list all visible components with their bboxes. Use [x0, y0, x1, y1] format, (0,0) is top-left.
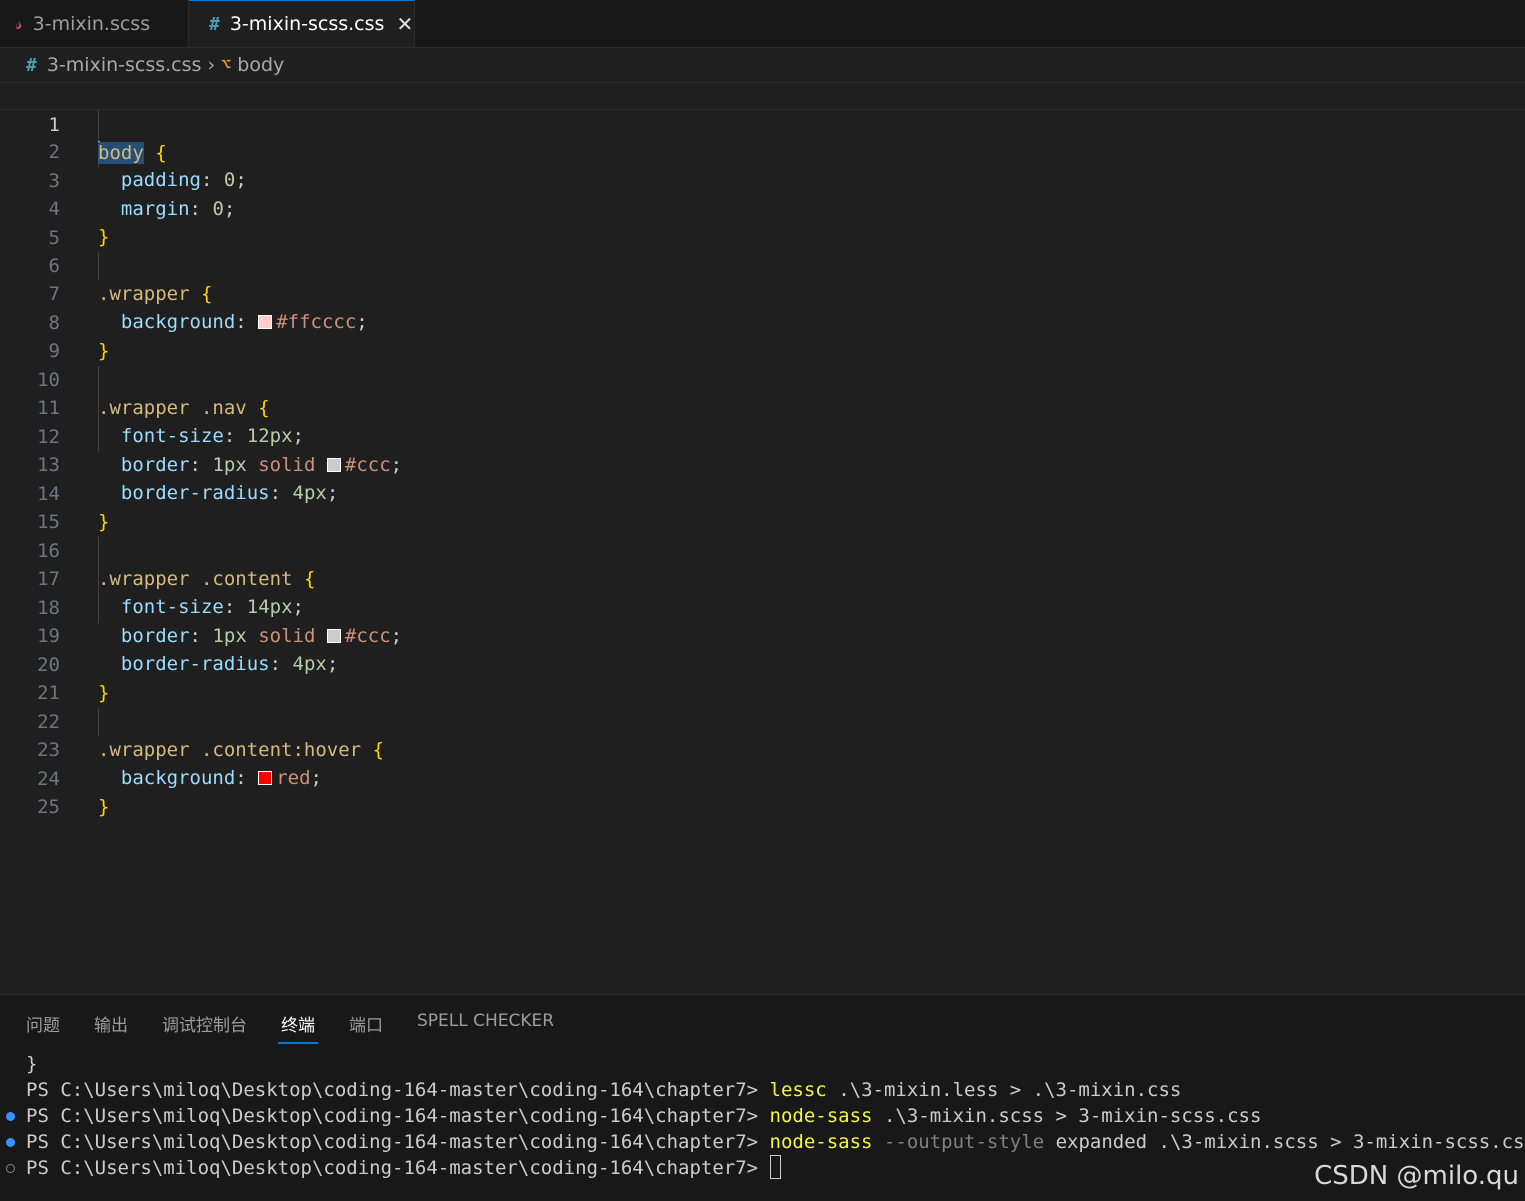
code-line: 10 .wrapper .nav {: [0, 338, 1525, 419]
code-line: 25: [0, 765, 1525, 818]
code-line: 13 border-radius: 4px;: [0, 423, 1525, 504]
line-number: 25: [37, 796, 60, 818]
hash-icon: #: [26, 54, 37, 76]
terminal-output[interactable]: } PS C:\Users\miloq\Desktop\coding-164-m…: [6, 1051, 1525, 1181]
code-line: 21: [0, 651, 1525, 704]
code-line: 11 font-size: 12px;: [0, 366, 1525, 447]
terminal-line: }: [26, 1051, 1525, 1077]
tab-terminal[interactable]: 终端: [278, 1011, 318, 1044]
code-line: 18 border: 1px solid #ccc;: [0, 566, 1525, 647]
breadcrumb: # 3-mixin-scss.css › ⌥ body: [0, 48, 1525, 82]
command: node-sass: [769, 1131, 873, 1153]
code-line: 2 padding: 0;: [0, 110, 1525, 191]
code-line: 22 .wrapper .content:hover {: [0, 680, 1525, 761]
code-line: 16 .wrapper .content {: [0, 509, 1525, 590]
hash-icon: #: [209, 13, 220, 35]
code-line: 1 body {: [0, 82, 1525, 164]
symbol-class-icon: ⌥: [221, 55, 232, 75]
command-args: .\3-mixin.scss > 3-mixin-scss.css: [883, 1105, 1262, 1127]
tab-3-mixin-scss-css[interactable]: # 3-mixin-scss.css ✕: [189, 0, 415, 47]
code-line: 15: [0, 480, 1525, 533]
watermark: CSDN @milo.qu: [1314, 1161, 1519, 1191]
code-line: 12 border: 1px solid #ccc;: [0, 395, 1525, 476]
terminal-line: PS C:\Users\miloq\Desktop\coding-164-mas…: [6, 1103, 1525, 1129]
code-line: 3 margin: 0;: [0, 139, 1525, 220]
code-line: 17 font-size: 14px;: [0, 537, 1525, 618]
code-line: 14 }: [0, 452, 1525, 533]
chevron-right-icon: ›: [207, 54, 216, 76]
command: lessc: [769, 1079, 827, 1101]
tab-3-mixin-scss[interactable]: 𝓈 3-mixin.scss: [0, 0, 189, 47]
code-line: 4 }: [0, 167, 1525, 248]
command-success-icon[interactable]: [6, 1112, 15, 1121]
command-args: .\3-mixin.less > .\3-mixin.css: [838, 1079, 1182, 1101]
code-line: 6 .wrapper {: [0, 224, 1525, 305]
panel-tabs: 问题 输出 调试控制台 终端 端口 SPELL CHECKER: [26, 1011, 588, 1044]
brace: }: [98, 796, 110, 818]
code-line: 23 background: red;: [0, 708, 1525, 789]
terminal-line: PS C:\Users\miloq\Desktop\coding-164-mas…: [26, 1077, 1525, 1103]
sass-icon: 𝓈: [16, 13, 23, 34]
bottom-panel: 问题 输出 调试控制台 终端 端口 SPELL CHECKER } PS C:\…: [0, 994, 1525, 1201]
command-success-icon[interactable]: [6, 1138, 15, 1147]
tab-debug-console[interactable]: 调试控制台: [162, 1011, 247, 1044]
code-line: 8 }: [0, 281, 1525, 362]
close-icon[interactable]: ✕: [396, 12, 413, 36]
code-line: 24 }: [0, 737, 1525, 818]
prompt: PS C:\Users\miloq\Desktop\coding-164-mas…: [26, 1079, 759, 1101]
terminal-cursor: [769, 1155, 781, 1179]
breadcrumb-symbol[interactable]: body: [237, 54, 284, 76]
command: node-sass: [769, 1105, 873, 1127]
code-line: 5: [0, 196, 1525, 249]
tab-label: 3-mixin.scss: [32, 12, 151, 35]
tab-ports[interactable]: 端口: [349, 1011, 383, 1044]
code-line: 7 background: #ffcccc;: [0, 252, 1525, 333]
breadcrumb-file[interactable]: 3-mixin-scss.css: [47, 54, 202, 76]
prompt: PS C:\Users\miloq\Desktop\coding-164-mas…: [26, 1157, 759, 1179]
prompt: PS C:\Users\miloq\Desktop\coding-164-mas…: [26, 1131, 759, 1153]
tab-output[interactable]: 输出: [94, 1011, 128, 1044]
tab-spell-checker[interactable]: SPELL CHECKER: [417, 1011, 554, 1044]
terminal-line: PS C:\Users\miloq\Desktop\coding-164-mas…: [6, 1155, 1525, 1181]
code-line: 19 border-radius: 4px;: [0, 594, 1525, 675]
command-flag: --output-style: [883, 1131, 1045, 1153]
code-line: 9: [0, 309, 1525, 362]
editor-tab-bar: 𝓈 3-mixin.scss # 3-mixin-scss.css ✕: [0, 0, 1525, 48]
code-line: 20 }: [0, 623, 1525, 704]
command-args: expanded .\3-mixin.scss > 3-mixin-scss.c…: [1055, 1131, 1525, 1153]
command-pending-icon[interactable]: [6, 1164, 15, 1173]
terminal-line: PS C:\Users\miloq\Desktop\coding-164-mas…: [6, 1129, 1525, 1155]
tab-problems[interactable]: 问题: [26, 1011, 60, 1044]
prompt: PS C:\Users\miloq\Desktop\coding-164-mas…: [26, 1105, 759, 1127]
terminal-text: }: [26, 1053, 38, 1075]
tab-label: 3-mixin-scss.css: [229, 13, 385, 35]
code-editor[interactable]: 1 body { 2 padding: 0; 3 margin: 0; 4 } …: [0, 82, 1525, 992]
